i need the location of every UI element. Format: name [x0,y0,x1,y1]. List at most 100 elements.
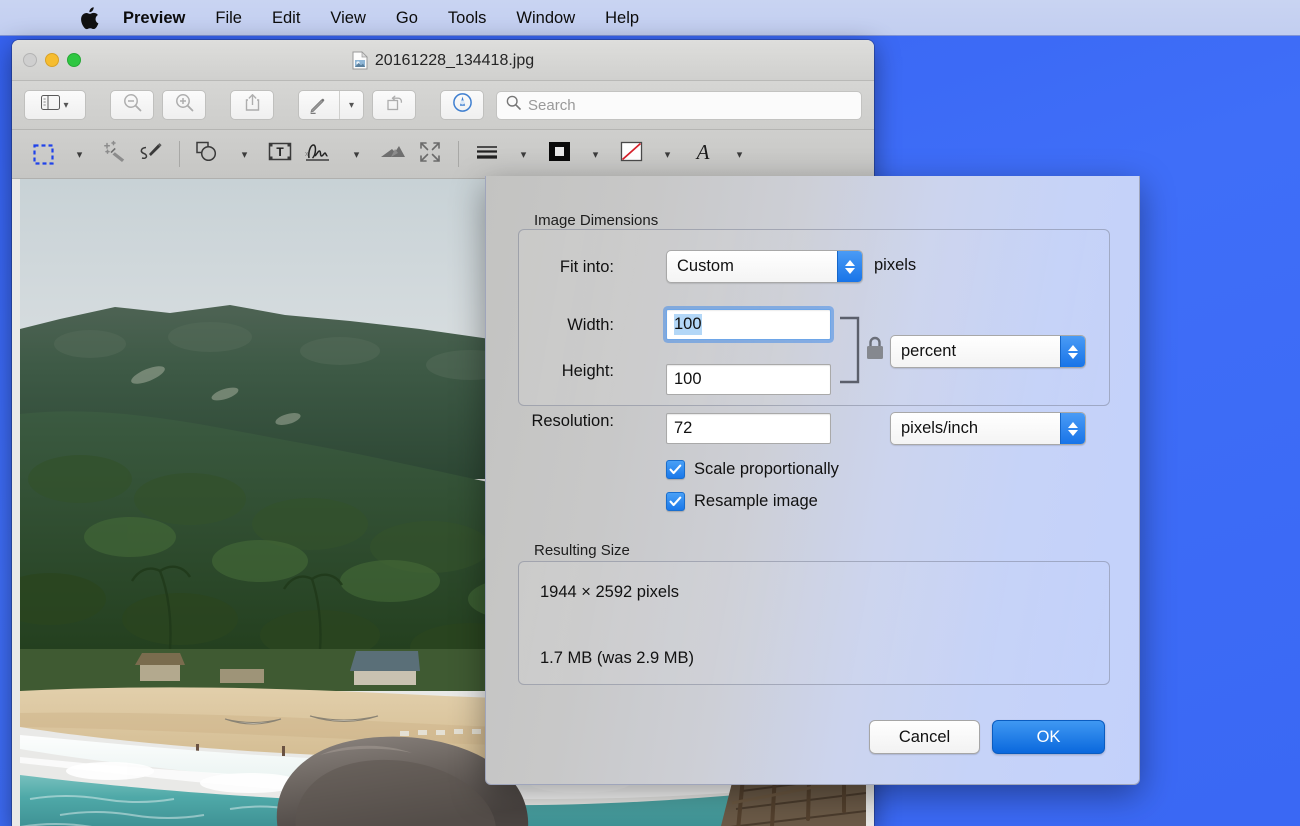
border-color-tool[interactable] [542,136,576,172]
zoom-button[interactable] [67,53,81,67]
signature-icon: x [303,140,333,168]
chevron-down-icon: ▾ [736,148,743,161]
toolbar-divider-2 [458,141,459,167]
zoom-out-button[interactable] [110,90,154,120]
apple-logo-icon[interactable] [78,6,100,30]
zoom-out-icon [123,93,142,117]
signature-tool[interactable]: x [299,136,337,172]
adjust-color-tool[interactable] [375,136,411,172]
ok-button[interactable]: OK [992,720,1105,754]
rectangular-selection-tool[interactable] [26,136,60,172]
toolbar-divider [179,141,180,167]
resolution-input[interactable]: 72 [666,413,831,444]
scale-proportionally-label: Scale proportionally [694,460,839,478]
height-value: 100 [674,370,702,388]
chevron-down-icon: ▾ [592,148,599,161]
document-icon [352,51,368,70]
menu-bar: Preview File Edit View Go Tools Window H… [0,0,1300,36]
adjust-size-tool[interactable] [413,136,447,172]
menu-item-file[interactable]: File [200,0,257,36]
close-button[interactable] [23,53,37,67]
cancel-button[interactable]: Cancel [869,720,980,754]
border-color-menu[interactable]: ▾ [578,136,612,172]
chevron-down-icon: ▾ [353,148,360,161]
shapes-icon [195,140,221,168]
fit-into-popup[interactable]: Custom [666,250,863,283]
menu-item-edit[interactable]: Edit [257,0,315,36]
markup-toolbar: ▾ ▾ T x ▾ ▾ ▾ ▾ A ▾ [12,130,874,179]
adjust-size-dialog: Image Dimensions Fit into: Custom pixels… [485,176,1140,785]
resample-image-row[interactable]: Resample image [666,492,818,511]
desktop-background: Preview File Edit View Go Tools Window H… [0,0,1300,826]
menu-item-help[interactable]: Help [590,0,654,36]
menu-item-view[interactable]: View [315,0,380,36]
markup-button[interactable]: ▾ [298,90,365,120]
scale-proportionally-checkbox[interactable] [666,460,685,479]
stepper-arrows-icon[interactable] [837,251,862,282]
resolution-unit-value: pixels/inch [901,419,979,437]
menu-item-preview[interactable]: Preview [108,0,200,36]
text-style-tool[interactable]: A [686,136,720,172]
window-title-bar[interactable]: 20161228_134418.jpg [12,40,874,81]
width-input[interactable]: 100 [666,309,831,340]
resolution-label: Resolution: [531,412,614,430]
magic-wand-icon [103,140,127,169]
fill-swatch-icon [547,139,572,169]
sidebar-button[interactable]: ▾ [24,90,86,120]
search-icon [506,95,521,115]
chevron-down-icon: ▾ [76,148,83,161]
resolution-value: 72 [674,419,693,437]
markup-pen-icon[interactable] [299,91,336,119]
shape-style-tool[interactable] [470,136,504,172]
height-input[interactable]: 100 [666,364,831,395]
rotate-left-button[interactable] [372,90,417,120]
markup-menu-chevron-icon[interactable]: ▾ [339,91,363,119]
shapes-menu[interactable]: ▾ [227,136,261,172]
search-field[interactable]: Search [496,90,862,120]
stepper-arrows-icon[interactable] [1060,336,1085,367]
chevron-down-icon: ▾ [63,99,69,111]
resolution-unit-popup[interactable]: pixels/inch [890,412,1086,445]
svg-text:A: A [695,140,710,164]
scale-proportionally-row[interactable]: Scale proportionally [666,460,839,479]
resample-image-checkbox[interactable] [666,492,685,511]
text-tool[interactable]: T [263,136,297,172]
shape-style-menu[interactable]: ▾ [506,136,540,172]
minimize-button[interactable] [45,53,59,67]
svg-text:x: x [305,151,309,158]
menu-item-window[interactable]: Window [501,0,590,36]
annotate-icon [452,92,473,118]
resulting-filesize: 1.7 MB (was 2.9 MB) [540,649,695,667]
stepper-arrows-icon[interactable] [1060,413,1085,444]
traffic-light-group [23,53,81,67]
share-button[interactable] [230,90,274,120]
font-A-icon: A [691,140,715,169]
size-unit-popup[interactable]: percent [890,335,1086,368]
zoom-in-icon [175,93,194,117]
shapes-tool[interactable] [191,136,225,172]
rotate-left-icon [385,93,404,117]
checkmark-icon [669,464,682,475]
window-title: 20161228_134418.jpg [374,51,535,69]
size-unit-value: percent [901,342,957,360]
fill-color-menu[interactable]: ▾ [650,136,684,172]
sketch-pen-icon [138,140,164,169]
instant-alpha-tool[interactable] [98,136,132,172]
lock-closed-icon[interactable] [864,335,886,361]
zoom-in-button[interactable] [162,90,206,120]
signature-menu[interactable]: ▾ [339,136,373,172]
annotate-button[interactable] [440,90,485,120]
chevron-down-icon: ▾ [520,148,527,161]
sketch-tool[interactable] [134,136,168,172]
menu-item-go[interactable]: Go [381,0,433,36]
fill-color-tool[interactable] [614,136,648,172]
resulting-size-group-label: Resulting Size [534,542,630,559]
no-fill-swatch-icon [619,139,644,169]
chevron-down-icon: ▾ [241,148,248,161]
main-toolbar: ▾ ▾ Search [12,81,874,130]
text-style-menu[interactable]: ▾ [722,136,756,172]
adjust-color-icon [379,141,407,167]
menu-item-tools[interactable]: Tools [433,0,502,36]
checkmark-icon [669,496,682,507]
rectangular-selection-menu[interactable]: ▾ [62,136,96,172]
